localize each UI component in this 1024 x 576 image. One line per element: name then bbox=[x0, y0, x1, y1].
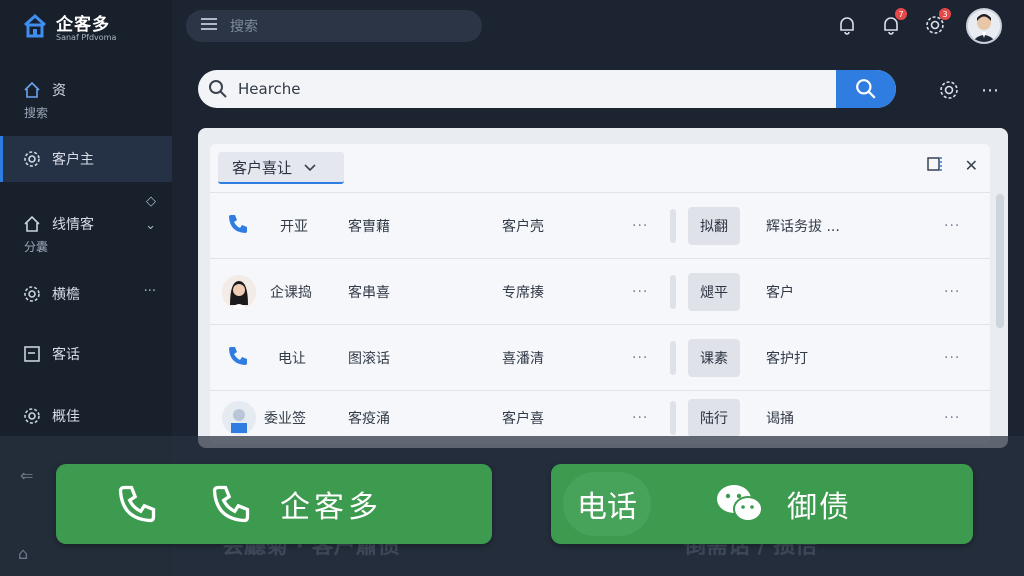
more-icon[interactable]: ··· bbox=[144, 284, 156, 299]
contact-avatar bbox=[222, 400, 256, 435]
export-icon[interactable] bbox=[926, 156, 943, 176]
sidebar-item-customers[interactable]: 客户主 bbox=[0, 136, 172, 182]
brand[interactable]: 企客多 Sanaf Pfdvoma bbox=[0, 0, 172, 52]
sidebar-item-label: 概佳 bbox=[52, 409, 80, 425]
sidebar-item-label: 横檐 bbox=[52, 287, 80, 303]
wechat-contact-button[interactable]: 电话 御债 bbox=[551, 464, 973, 544]
bell-icon[interactable]: 7 bbox=[878, 8, 907, 38]
sidebar-item-label: 客话 bbox=[52, 347, 80, 363]
search-icon bbox=[198, 79, 238, 99]
row-name: 委业签 bbox=[264, 410, 306, 427]
wechat-icon bbox=[715, 479, 765, 529]
sidebar-item-label: 资 bbox=[52, 83, 66, 99]
call-enterprise-button[interactable]: 企客多 bbox=[56, 464, 492, 544]
sidebar-item-calls[interactable]: 客话 bbox=[0, 342, 172, 366]
close-icon[interactable]: ✕ bbox=[965, 156, 978, 176]
row-tag[interactable]: 拟翻 bbox=[688, 206, 740, 245]
home-icon bbox=[22, 80, 42, 100]
table-row[interactable]: 开亚 客曺藉 客户壳 ··· 拟翻 辉话务拔 ... ··· bbox=[210, 192, 990, 258]
house-icon bbox=[22, 214, 42, 234]
row-name: 企课捣 bbox=[270, 284, 312, 301]
row-more-icon[interactable]: ··· bbox=[632, 218, 648, 234]
topbar: 搜索 7 3 bbox=[172, 0, 1024, 52]
row-name: 电让 bbox=[278, 350, 306, 367]
contact-avatar bbox=[222, 274, 256, 309]
row-tail: 客护打 bbox=[766, 350, 808, 367]
settings-badge: 3 bbox=[939, 8, 951, 20]
table-row[interactable]: 电让 图滚话 喜潘清 ··· 课素 客护打 ··· bbox=[210, 324, 990, 390]
home-logo-icon bbox=[23, 13, 47, 38]
chevron-down-icon[interactable]: ⌄ bbox=[145, 218, 156, 233]
window-icon bbox=[22, 344, 42, 364]
main-search-input[interactable]: Hearche bbox=[238, 80, 836, 98]
sidebar-item-home[interactable]: 资 搜索 bbox=[0, 78, 172, 120]
row-action-more-icon[interactable]: ··· bbox=[944, 350, 960, 366]
row-name: 开亚 bbox=[280, 218, 308, 235]
bell-outline-icon[interactable] bbox=[834, 12, 860, 38]
row-more-icon[interactable]: ··· bbox=[632, 350, 648, 366]
more-menu-icon[interactable]: ⋯ bbox=[978, 78, 1002, 102]
sidebar-item-label: 线情客 bbox=[52, 217, 94, 233]
row-more-icon[interactable]: ··· bbox=[632, 410, 648, 426]
filter-dropdown[interactable]: 客户喜让 bbox=[218, 152, 344, 184]
table-row[interactable]: 企课捣 客串喜 专席揍 ··· 煺平 客户 ··· bbox=[210, 258, 990, 324]
row-tail: 辉话务拔 ... bbox=[766, 218, 840, 235]
row-tag[interactable]: 陆行 bbox=[688, 398, 740, 437]
phone-pill[interactable]: 电话 bbox=[563, 472, 651, 536]
gear-icon[interactable]: 3 bbox=[922, 8, 951, 38]
row-action-more-icon[interactable]: ··· bbox=[944, 284, 960, 300]
top-search-input[interactable]: 搜索 bbox=[186, 10, 482, 42]
row-more-icon[interactable]: ··· bbox=[632, 284, 648, 300]
settings-icon bbox=[22, 284, 42, 304]
call-button-label: 企客多 bbox=[280, 490, 382, 525]
card-scrollbar[interactable] bbox=[996, 194, 1004, 328]
row-col2: 专席揍 bbox=[502, 284, 544, 301]
user-avatar[interactable] bbox=[966, 8, 1002, 44]
sidebar-item-sub: 分囊 bbox=[24, 240, 49, 254]
row-col2: 客户壳 bbox=[502, 218, 544, 235]
chevron-down-icon bbox=[304, 158, 316, 176]
gear-icon bbox=[22, 149, 42, 169]
row-tag[interactable]: 课素 bbox=[688, 338, 740, 377]
diamond-icon[interactable]: ◇ bbox=[146, 194, 156, 209]
row-divider bbox=[670, 400, 676, 435]
results-panel: 客户喜让 ✕ 开亚 客曺藉 客户壳 ··· 拟翻 辉话务拔 ... ··· 企课… bbox=[210, 144, 990, 444]
row-col1: 客疫涌 bbox=[348, 410, 390, 427]
row-col1: 客曺藉 bbox=[348, 218, 390, 235]
phone-icon[interactable] bbox=[226, 212, 250, 240]
sidebar-item-label: 客户主 bbox=[52, 152, 94, 168]
row-col1: 图滚话 bbox=[348, 350, 390, 367]
row-tag[interactable]: 煺平 bbox=[688, 272, 740, 311]
top-search-placeholder: 搜索 bbox=[230, 19, 258, 35]
row-divider bbox=[670, 208, 676, 243]
search-submit-button[interactable] bbox=[836, 70, 896, 108]
phone-icon bbox=[112, 479, 162, 529]
row-col2: 客户喜 bbox=[502, 410, 544, 427]
gear-icon bbox=[22, 406, 42, 426]
phone-icon[interactable] bbox=[226, 344, 250, 372]
settings-gear-icon[interactable] bbox=[937, 78, 961, 102]
row-divider bbox=[670, 274, 676, 309]
wechat-button-label: 御债 bbox=[787, 490, 851, 525]
row-tail: 客户 bbox=[766, 284, 794, 301]
row-col2: 喜潘清 bbox=[502, 350, 544, 367]
row-divider bbox=[670, 340, 676, 375]
row-tail: 谒捅 bbox=[766, 410, 794, 427]
brand-subtitle: Sanaf Pfdvoma bbox=[56, 33, 117, 42]
sidebar-item-settings[interactable]: 概佳 bbox=[0, 404, 172, 428]
back-arrow-icon[interactable]: ⇐ bbox=[20, 466, 33, 485]
results-card: 客户喜让 ✕ 开亚 客曺藉 客户壳 ··· 拟翻 辉话务拔 ... ··· 企课… bbox=[198, 128, 1008, 448]
hamburger-icon[interactable] bbox=[200, 17, 218, 35]
phone-icon bbox=[206, 479, 256, 529]
row-action-more-icon[interactable]: ··· bbox=[944, 218, 960, 234]
row-action-more-icon[interactable]: ··· bbox=[944, 410, 960, 426]
row-col1: 客串喜 bbox=[348, 284, 390, 301]
filter-label: 客户喜让 bbox=[232, 158, 293, 177]
notification-badge: 7 bbox=[895, 8, 907, 20]
main-search-bar[interactable]: Hearche bbox=[198, 70, 896, 108]
brand-name: 企客多 bbox=[56, 15, 110, 35]
sidebar-item-sub: 搜索 bbox=[24, 106, 49, 120]
home-small-icon[interactable]: ⌂ bbox=[18, 544, 28, 563]
